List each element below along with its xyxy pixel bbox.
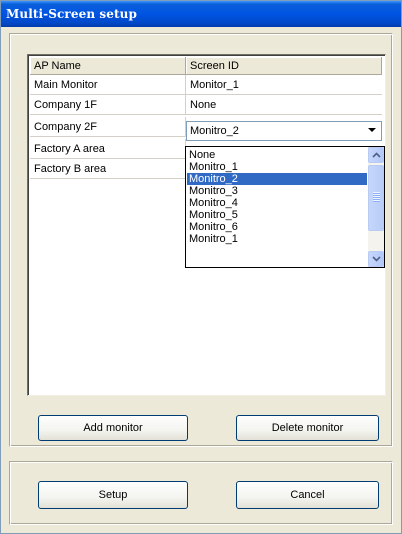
ap-name-cell: Company 2F: [30, 117, 186, 137]
dropdown-option[interactable]: Monitro_1: [187, 161, 367, 173]
ap-name-cell: Company 1F: [30, 95, 186, 115]
column-header-screen-id[interactable]: Screen ID: [186, 57, 382, 75]
scroll-up-button[interactable]: [368, 147, 384, 163]
setup-button[interactable]: Setup: [38, 481, 188, 509]
table-row[interactable]: Main Monitor Monitor_1: [30, 75, 382, 95]
dropdown-scrollbar[interactable]: [368, 147, 384, 267]
dropdown-option[interactable]: Monitro_4: [187, 197, 367, 209]
screen-id-dropdown-list[interactable]: None Monitro_1 Monitro_2 Monitro_3 Monit…: [185, 146, 385, 268]
add-monitor-button[interactable]: Add monitor: [38, 415, 188, 441]
dropdown-option-selected[interactable]: Monitro_2: [187, 173, 367, 185]
combobox-value: Monitro_2: [190, 125, 239, 137]
column-header-ap-name[interactable]: AP Name: [30, 57, 186, 75]
chevron-down-icon: [368, 128, 376, 132]
cancel-button[interactable]: Cancel: [236, 481, 379, 509]
ap-name-cell: Factory A area: [30, 139, 186, 159]
grip-icon: [373, 192, 380, 202]
chevron-up-icon: [372, 152, 381, 158]
screen-id-cell[interactable]: None: [186, 95, 382, 115]
dropdown-option[interactable]: Monitro_6: [187, 221, 367, 233]
chevron-down-icon: [372, 256, 381, 262]
screen-id-cell[interactable]: Monitor_1: [186, 75, 382, 95]
title-bar[interactable]: Multi-Screen setup: [1, 1, 401, 27]
dropdown-option[interactable]: Monitro_5: [187, 209, 367, 221]
screen-id-combobox[interactable]: Monitro_2: [186, 121, 382, 141]
dropdown-option[interactable]: Monitro_1: [187, 233, 367, 245]
table-row[interactable]: Company 1F None: [30, 95, 382, 115]
scroll-down-button[interactable]: [368, 251, 384, 267]
dropdown-option[interactable]: Monitro_3: [187, 185, 367, 197]
combobox-dropdown-button[interactable]: [364, 123, 380, 139]
ap-name-cell: Factory B area: [30, 159, 186, 179]
delete-monitor-button[interactable]: Delete monitor: [236, 415, 379, 441]
dropdown-option[interactable]: None: [187, 149, 367, 161]
scrollbar-thumb[interactable]: [368, 165, 384, 231]
ap-name-cell: Main Monitor: [30, 75, 186, 95]
window-title: Multi-Screen setup: [6, 7, 137, 21]
